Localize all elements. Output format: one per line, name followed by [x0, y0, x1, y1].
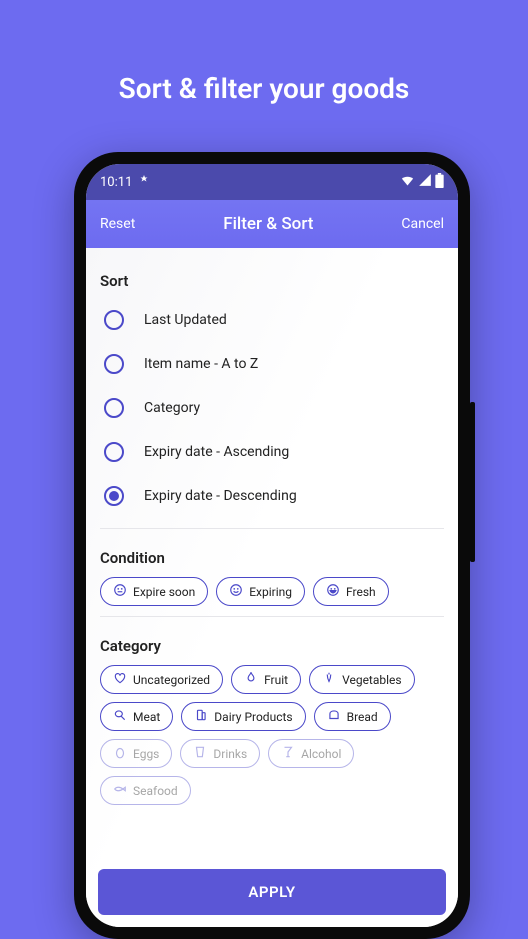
sort-item-category[interactable]: Category [104, 386, 444, 430]
sort-label: Last Updated [144, 312, 227, 328]
radio-icon [104, 442, 124, 462]
wifi-icon [400, 173, 415, 192]
chip-label: Expire soon [133, 585, 195, 599]
sort-label: Expiry date - Ascending [144, 444, 289, 460]
chip-expire-soon[interactable]: Expire soon [100, 577, 208, 606]
app-header: Reset Filter & Sort Cancel [86, 200, 458, 248]
sort-item-expiry-desc[interactable]: Expiry date - Descending [104, 474, 444, 518]
chip-vegetables[interactable]: Vegetables [309, 665, 415, 694]
radio-icon [104, 398, 124, 418]
status-app-icon [138, 174, 150, 190]
flame-icon [244, 671, 258, 688]
category-section-title: Category [100, 637, 444, 655]
sort-label: Item name - A to Z [144, 356, 258, 372]
chip-label: Fresh [346, 585, 376, 599]
chip-label: Eggs [133, 747, 159, 761]
condition-chips: Expire soon Expiring Fresh [100, 577, 444, 606]
page-title: Sort & filter your goods [0, 0, 528, 105]
chip-label: Dairy Products [214, 710, 292, 724]
sort-item-name[interactable]: Item name - A to Z [104, 342, 444, 386]
battery-icon [435, 173, 444, 192]
chip-fresh[interactable]: Fresh [313, 577, 389, 606]
status-time: 10:11 [100, 175, 132, 190]
alcohol-icon [281, 745, 295, 762]
chip-dairy[interactable]: Dairy Products [181, 702, 305, 731]
apply-button[interactable]: APPLY [98, 869, 446, 915]
condition-section-title: Condition [100, 549, 444, 567]
signal-icon [418, 173, 432, 191]
chip-label: Meat [133, 710, 160, 724]
phone-frame: 10:11 Reset Filter & Sort Cancel Sort La [74, 152, 470, 939]
sort-item-last-updated[interactable]: Last Updated [104, 298, 444, 342]
chip-drinks[interactable]: Drinks [180, 739, 260, 768]
face-neutral-icon [113, 583, 127, 600]
chip-eggs[interactable]: Eggs [100, 739, 172, 768]
chip-label: Fruit [264, 673, 288, 687]
egg-icon [113, 745, 127, 762]
dairy-icon [194, 708, 208, 725]
category-chips: Uncategorized Fruit Vegetables Meat Dair… [100, 665, 444, 731]
veg-icon [322, 671, 336, 688]
chip-bread[interactable]: Bread [314, 702, 391, 731]
chip-meat[interactable]: Meat [100, 702, 173, 731]
sort-label: Category [144, 400, 200, 416]
sort-label: Expiry date - Descending [144, 488, 297, 504]
divider [100, 528, 444, 529]
chip-label: Bread [347, 710, 378, 724]
reset-button[interactable]: Reset [100, 216, 135, 232]
radio-icon [104, 310, 124, 330]
heart-icon [113, 671, 127, 688]
bread-icon [327, 708, 341, 725]
phone-button [470, 462, 475, 562]
radio-icon [104, 354, 124, 374]
radio-icon [104, 486, 124, 506]
chip-label: Drinks [213, 747, 247, 761]
chip-label: Uncategorized [133, 673, 210, 687]
sort-list: Last Updated Item name - A to Z Category… [100, 298, 444, 518]
chip-expiring[interactable]: Expiring [216, 577, 305, 606]
chip-seafood[interactable]: Seafood [100, 776, 191, 805]
chip-label: Expiring [249, 585, 292, 599]
header-title: Filter & Sort [223, 214, 313, 234]
status-bar: 10:11 [86, 164, 458, 200]
sort-section-title: Sort [100, 272, 444, 290]
fish-icon [113, 782, 127, 799]
cancel-button[interactable]: Cancel [401, 216, 444, 232]
chip-fruit[interactable]: Fruit [231, 665, 301, 694]
drink-icon [193, 745, 207, 762]
meat-icon [113, 708, 127, 725]
chip-alcohol[interactable]: Alcohol [268, 739, 354, 768]
chip-label: Seafood [133, 784, 178, 798]
category-chips-faded: Eggs Drinks Alcohol Seafood [100, 739, 444, 805]
chip-label: Vegetables [342, 673, 402, 687]
face-grin-icon [326, 583, 340, 600]
chip-uncategorized[interactable]: Uncategorized [100, 665, 223, 694]
face-smile-icon [229, 583, 243, 600]
sort-item-expiry-asc[interactable]: Expiry date - Ascending [104, 430, 444, 474]
divider [100, 616, 444, 617]
chip-label: Alcohol [301, 747, 341, 761]
